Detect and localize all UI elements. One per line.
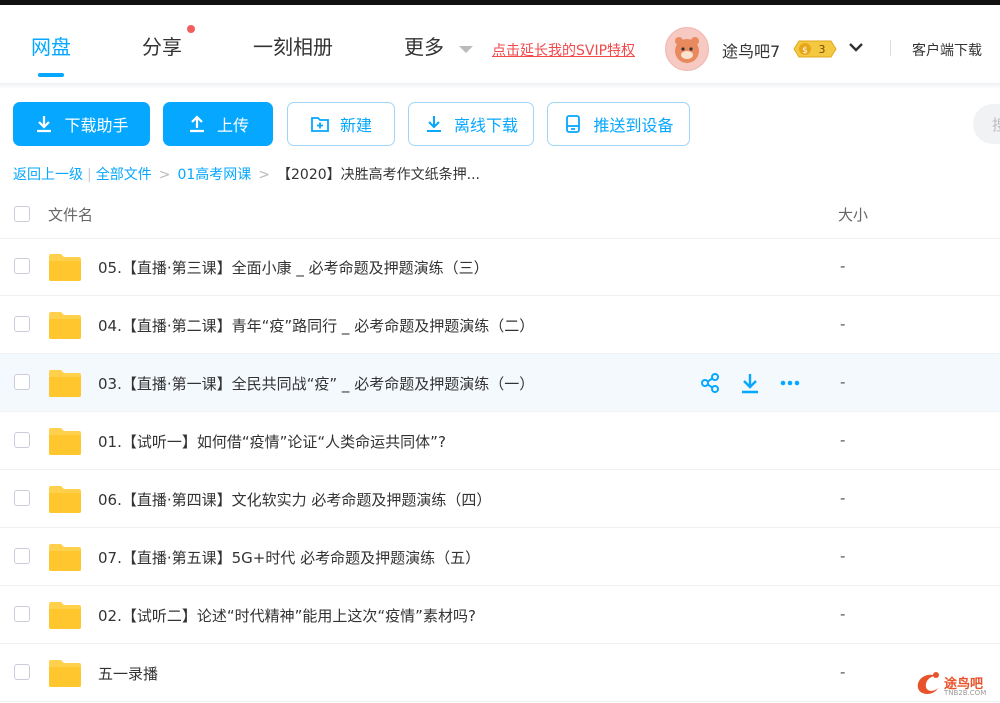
- tab-netdisk[interactable]: 网盘: [31, 31, 71, 60]
- file-size: -: [840, 431, 846, 449]
- client-download-link[interactable]: 客户端下载: [912, 40, 982, 60]
- row-checkbox[interactable]: [14, 606, 30, 622]
- table-row[interactable]: 06.【直播·第四课】文化软实力 必考命题及押题演练（四） -: [0, 470, 1000, 528]
- nav-shadow: [0, 83, 1000, 89]
- column-header-name[interactable]: 文件名: [48, 204, 93, 225]
- new-folder-button[interactable]: 新建: [287, 102, 395, 146]
- breadcrumb-separator: |: [87, 167, 92, 183]
- file-name[interactable]: 五一录播: [98, 663, 158, 684]
- table-row[interactable]: 04.【直播·第二课】青年“疫”路同行 _ 必考命题及押题演练（二） -: [0, 296, 1000, 354]
- file-name[interactable]: 04.【直播·第二课】青年“疫”路同行 _ 必考命题及押题演练（二）: [98, 315, 534, 336]
- file-name[interactable]: 03.【直播·第一课】全民共同战“疫” _ 必考命题及押题演练（一）: [98, 373, 534, 394]
- table-row[interactable]: 01.【试听一】如何借“疫情”论证“人类命运共同体”? -: [0, 412, 1000, 470]
- breadcrumb: 返回上一级 | 全部文件 >01高考网课 > 【2020】决胜高考作文纸条押...: [13, 164, 480, 184]
- active-tab-indicator: [38, 73, 64, 77]
- table-row[interactable]: 03.【直播·第一课】全民共同战“疫” _ 必考命题及押题演练（一） -: [0, 354, 1000, 412]
- file-name[interactable]: 07.【直播·第五课】5G+时代 必考命题及押题演练（五）: [98, 547, 480, 568]
- folder-icon[interactable]: [48, 600, 82, 630]
- row-checkbox[interactable]: [14, 432, 30, 448]
- offline-download-icon: [426, 116, 441, 132]
- share-notification-dot: [187, 25, 195, 33]
- table-row[interactable]: 05.【直播·第三课】全面小康 _ 必考命题及押题演练（三） -: [0, 238, 1000, 296]
- svip-level-badge: $ 3: [793, 40, 837, 58]
- more-caret-icon[interactable]: [459, 46, 473, 53]
- folder-icon[interactable]: [48, 310, 82, 340]
- device-icon: [566, 115, 581, 133]
- more-options-icon[interactable]: [778, 371, 802, 395]
- table-row[interactable]: 02.【试听二】论述“时代精神”能用上这次“疫情”素材吗? -: [0, 586, 1000, 644]
- row-checkbox[interactable]: [14, 316, 30, 332]
- select-all-checkbox[interactable]: [14, 206, 30, 222]
- file-name[interactable]: 01.【试听一】如何借“疫情”论证“人类命运共同体”?: [98, 431, 446, 452]
- breadcrumb-arrow: >: [258, 167, 271, 183]
- breadcrumb-current: 【2020】决胜高考作文纸条押...: [277, 167, 480, 183]
- badge-level-text: 3: [819, 43, 826, 56]
- table-row[interactable]: 五一录播 -: [0, 644, 1000, 702]
- file-size: -: [840, 605, 846, 623]
- top-nav: 网盘 分享 一刻相册 更多 点击延长我的SVIP特权 途鸟吧7 $ 3 客户端下…: [0, 5, 1000, 83]
- file-size: -: [840, 547, 846, 565]
- push-to-device-label: 推送到设备: [593, 116, 674, 135]
- upload-label: 上传: [216, 116, 249, 135]
- row-checkbox[interactable]: [14, 548, 30, 564]
- download-icon: [37, 116, 52, 133]
- new-label: 新建: [339, 116, 372, 135]
- upload-icon: [189, 115, 204, 133]
- share-icon[interactable]: [698, 371, 722, 395]
- folder-icon[interactable]: [48, 542, 82, 572]
- row-checkbox[interactable]: [14, 490, 30, 506]
- search-input[interactable]: 搜: [973, 104, 1000, 144]
- file-size: -: [840, 315, 846, 333]
- folder-icon[interactable]: [48, 484, 82, 514]
- download-icon[interactable]: [738, 371, 762, 395]
- folder-icon[interactable]: [48, 658, 82, 688]
- row-checkbox[interactable]: [14, 258, 30, 274]
- user-menu-chevron-down-icon[interactable]: [848, 39, 864, 55]
- file-size: -: [840, 663, 846, 681]
- offline-download-button[interactable]: 离线下载: [408, 102, 534, 146]
- breadcrumb-arrow: >: [158, 167, 171, 183]
- avatar[interactable]: [665, 27, 709, 71]
- watermark-logo-icon: [917, 672, 939, 694]
- file-list-header: 文件名 大小: [0, 190, 1000, 239]
- breadcrumb-back[interactable]: 返回上一级: [13, 167, 83, 183]
- row-checkbox[interactable]: [14, 374, 30, 390]
- username[interactable]: 途鸟吧7: [722, 38, 780, 62]
- download-helper-button[interactable]: 下载助手: [13, 102, 150, 146]
- file-name[interactable]: 05.【直播·第三课】全面小康 _ 必考命题及押题演练（三）: [98, 257, 489, 278]
- watermark-subtext: TNB2B.COM: [944, 689, 987, 697]
- nav-divider: [890, 40, 891, 56]
- tab-share[interactable]: 分享: [142, 31, 182, 60]
- breadcrumb-all-files[interactable]: 全部文件: [96, 167, 152, 183]
- svg-text:$: $: [802, 46, 808, 56]
- offline-download-label: 离线下载: [453, 116, 518, 135]
- folder-icon[interactable]: [48, 426, 82, 456]
- svip-renew-link[interactable]: 点击延长我的SVIP特权: [492, 40, 635, 60]
- site-watermark: 途鸟吧 TNB2B.COM: [912, 668, 994, 700]
- row-checkbox[interactable]: [14, 664, 30, 680]
- row-actions: [698, 371, 808, 395]
- table-row[interactable]: 07.【直播·第五课】5G+时代 必考命题及押题演练（五） -: [0, 528, 1000, 586]
- file-size: -: [840, 257, 846, 275]
- file-name[interactable]: 02.【试听二】论述“时代精神”能用上这次“疫情”素材吗?: [98, 605, 476, 626]
- file-name[interactable]: 06.【直播·第四课】文化软实力 必考命题及押题演练（四）: [98, 489, 491, 510]
- file-size: -: [840, 489, 846, 507]
- folder-icon[interactable]: [48, 368, 82, 398]
- upload-button[interactable]: 上传: [163, 102, 273, 146]
- tab-moment-album[interactable]: 一刻相册: [253, 31, 333, 60]
- tab-more[interactable]: 更多: [404, 31, 444, 60]
- file-size: -: [840, 373, 846, 391]
- new-folder-icon: [311, 117, 329, 132]
- folder-icon[interactable]: [48, 252, 82, 282]
- search-stub-text: 搜: [992, 116, 1000, 134]
- download-helper-label: 下载助手: [64, 116, 129, 135]
- push-to-device-button[interactable]: 推送到设备: [547, 102, 690, 146]
- breadcrumb-folder[interactable]: 01高考网课: [177, 167, 251, 183]
- column-header-size[interactable]: 大小: [838, 204, 868, 225]
